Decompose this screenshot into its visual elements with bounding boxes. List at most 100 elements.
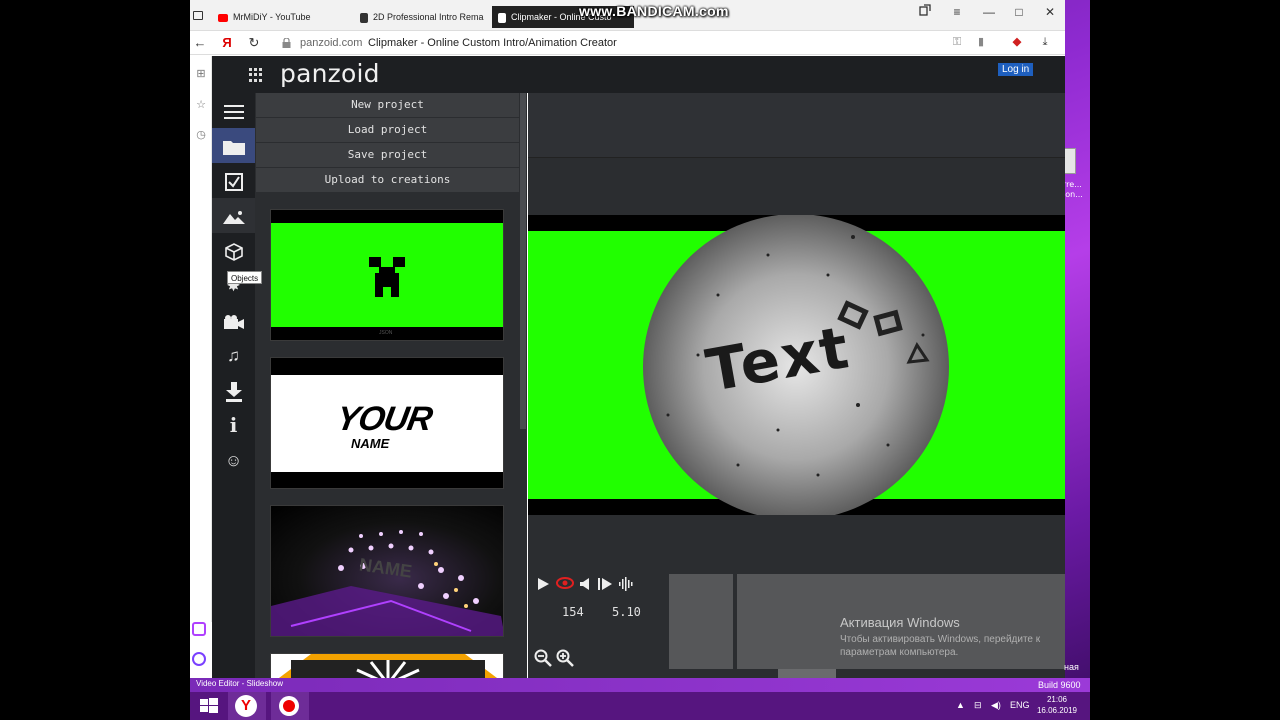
pin-icon[interactable]: [916, 4, 934, 20]
sunburst-art: [271, 654, 503, 678]
emoji-tool[interactable]: ☺: [212, 443, 255, 478]
info-tool[interactable]: i: [212, 408, 255, 443]
clock-icon[interactable]: ◷: [194, 128, 208, 142]
stage-footer: [528, 515, 1065, 572]
voice-assistant-icon[interactable]: [192, 652, 206, 666]
clock-time: 21:06: [1046, 695, 1068, 704]
timeline-scrollbar[interactable]: [778, 669, 836, 678]
waveform-icon[interactable]: [618, 577, 634, 593]
backgrounds-tool[interactable]: [212, 198, 255, 233]
browser-sidebar-bottom: [190, 622, 212, 678]
alice-assistant-icon[interactable]: [192, 622, 206, 636]
tab-overview-icon[interactable]: [193, 11, 203, 20]
play-icon[interactable]: [535, 577, 551, 593]
new-project-button[interactable]: New project: [256, 93, 519, 117]
desktop-partial-label: ная: [1064, 662, 1079, 672]
template-creeper[interactable]: JSON: [270, 209, 504, 341]
panzoid-favicon-icon: [360, 12, 368, 23]
lock-icon[interactable]: [282, 38, 291, 48]
url-page-title[interactable]: Clipmaker - Online Custom Intro/Animatio…: [368, 35, 617, 51]
landscape-icon: [222, 210, 245, 224]
eye-icon[interactable]: [556, 577, 574, 593]
tool-sidebar: ✸ ♫ i ☺: [212, 93, 255, 678]
music-icon: ♫: [227, 346, 240, 365]
panzoid-logo[interactable]: panzoid: [280, 59, 380, 88]
hamburger-icon: [223, 104, 244, 119]
reload-icon[interactable]: ↻: [246, 34, 262, 52]
audio-tool[interactable]: ♫: [212, 338, 255, 373]
yandex-browser-icon: Y: [235, 695, 257, 717]
stage-header: [528, 93, 1065, 158]
tab-label: MrMiDiY - YouTube: [233, 12, 311, 22]
eye-shape: [556, 577, 574, 589]
minimize-button[interactable]: —: [980, 4, 998, 20]
zoom-in-icon[interactable]: [556, 649, 574, 667]
template-title-bottom: NAME: [351, 436, 390, 451]
info-icon: i: [229, 413, 238, 437]
template-glow-lights[interactable]: NAME: [270, 505, 504, 637]
objects-tooltip: Objects: [227, 271, 263, 284]
zoom-in-shape: [556, 649, 574, 667]
protect-icon[interactable]: ⚿: [950, 35, 964, 49]
url-domain[interactable]: panzoid.com: [300, 35, 362, 51]
tab-youtube[interactable]: MrMiDiY - YouTube: [218, 6, 348, 28]
windows-activation-title: Активация Windows: [840, 615, 960, 630]
template-title-top: YOUR: [333, 400, 435, 438]
projects-tool[interactable]: [212, 128, 255, 163]
template-your-name[interactable]: YOUR NAME: [270, 357, 504, 489]
close-button[interactable]: ✕: [1041, 4, 1059, 20]
step-forward-icon[interactable]: [597, 577, 613, 593]
app-header: panzoid Log in: [212, 56, 1065, 93]
browser-menu-button[interactable]: ≡: [948, 4, 966, 20]
login-button[interactable]: Log in: [998, 63, 1034, 76]
download-tool[interactable]: [212, 373, 255, 408]
star-icon[interactable]: ☆: [194, 98, 208, 112]
checklist-tool[interactable]: [212, 163, 255, 198]
bandicam-taskbar[interactable]: [271, 692, 309, 720]
extension-icon[interactable]: ◆: [1010, 35, 1024, 49]
template-sunburst[interactable]: [270, 653, 504, 678]
menu-tool[interactable]: [212, 93, 255, 128]
taskbar-clock[interactable]: 21:06 16.06.2019: [1034, 694, 1080, 716]
clock-date: 16.06.2019: [1036, 706, 1078, 715]
play-shape: [537, 578, 549, 590]
download-arrow-icon[interactable]: ⤓: [1038, 35, 1052, 49]
maximize-button[interactable]: □: [1010, 4, 1028, 20]
browser-window: MrMiDiY - YouTube 2D Professional Intro …: [190, 0, 1065, 678]
checkbox-icon: [224, 172, 243, 191]
network-icon[interactable]: ⊟: [974, 699, 982, 711]
record-icon: [279, 696, 299, 716]
objects-tool[interactable]: [212, 233, 255, 268]
volume-icon[interactable]: [578, 577, 594, 593]
save-project-button[interactable]: Save project: [256, 143, 519, 167]
preview-canvas[interactable]: Text: [528, 215, 1065, 515]
upload-to-creations-button[interactable]: Upload to creations: [256, 168, 519, 192]
panel-scrollbar-thumb[interactable]: [520, 93, 526, 429]
yandex-icon[interactable]: Я: [219, 34, 235, 52]
back-arrow-icon[interactable]: ←: [192, 34, 208, 52]
zoom-out-icon[interactable]: [534, 649, 552, 667]
download-icon: [225, 381, 242, 402]
windows-logo-icon: [200, 698, 218, 713]
start-button[interactable]: [190, 692, 228, 720]
yandex-browser-taskbar[interactable]: Y: [228, 692, 266, 720]
apps-menu-icon[interactable]: [249, 68, 263, 82]
youtube-icon: [218, 13, 228, 22]
language-indicator[interactable]: ENG: [1010, 699, 1030, 711]
camera-tool[interactable]: [212, 303, 255, 338]
load-project-button[interactable]: Load project: [256, 118, 519, 142]
strip-label: Video Editor - Slideshow: [196, 679, 284, 688]
tray-chevron-icon[interactable]: ▲: [956, 699, 965, 711]
speaker-icon[interactable]: ◀): [991, 699, 1001, 711]
windows-build-label: Build 9600: [1038, 680, 1081, 690]
apps-grid-icon[interactable]: ⊞: [194, 67, 208, 81]
tab-intro-remake[interactable]: 2D Professional Intro Rema: [360, 6, 488, 28]
template-caption: JSON: [379, 330, 393, 336]
timeline-track-header[interactable]: [669, 574, 733, 669]
frame-counter: 154: [562, 605, 584, 619]
camera-icon: [223, 314, 244, 329]
bookmark-icon[interactable]: ▮: [974, 35, 988, 49]
zoom-out-shape: [534, 649, 552, 667]
tab-label: 2D Professional Intro Rema: [373, 12, 484, 22]
address-bar: ← Я ↻ panzoid.com Clipmaker - Online Cus…: [190, 31, 1065, 55]
